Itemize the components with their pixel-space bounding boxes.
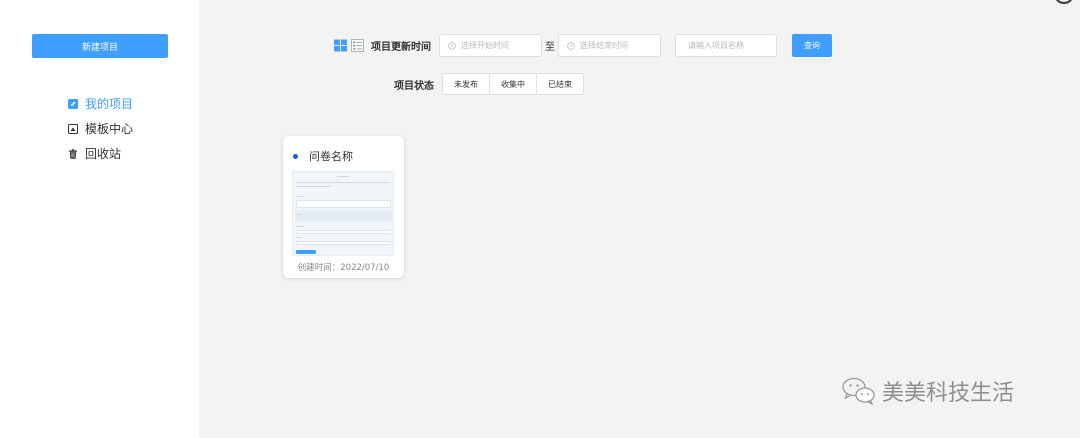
clock-icon bbox=[448, 41, 456, 50]
grid-view-icon[interactable] bbox=[334, 39, 347, 52]
range-separator: 至 bbox=[545, 42, 555, 53]
sidebar-item-my-projects[interactable]: 我的项目 bbox=[68, 91, 133, 116]
wechat-icon bbox=[841, 376, 877, 406]
list-view-icon[interactable] bbox=[351, 39, 364, 52]
card-created-date: 创建时间：2022/07/10 bbox=[297, 263, 390, 273]
status-ended[interactable]: 已结束 bbox=[537, 74, 583, 94]
status-unpublished[interactable]: 未发布 bbox=[443, 74, 490, 94]
sidebar-item-recycle-bin[interactable]: 回收站 bbox=[68, 141, 133, 166]
status-label: 项目状态 bbox=[394, 80, 434, 92]
sidebar: 新建项目 我的项目 模板中心 回收站 bbox=[0, 0, 199, 438]
project-card[interactable]: 问卷名称 创建时间：2022/07/10 bbox=[283, 136, 404, 278]
main-content: 项目更新时间 选择开始时间 至 选择结束时间 请输入项目名称 查询 项目状态 未… bbox=[199, 0, 1080, 438]
card-title: 问卷名称 bbox=[309, 150, 353, 163]
new-project-button[interactable]: 新建项目 bbox=[32, 34, 168, 58]
watermark-text: 美美科技生活 bbox=[882, 381, 1015, 406]
end-time-placeholder: 选择结束时间 bbox=[580, 41, 628, 50]
time-filter-row: 项目更新时间 选择开始时间 至 选择结束时间 请输入项目名称 查询 bbox=[334, 34, 832, 57]
query-button[interactable]: 查询 bbox=[792, 34, 832, 57]
start-time-placeholder: 选择开始时间 bbox=[461, 41, 509, 50]
survey-thumbnail bbox=[292, 171, 394, 256]
sidebar-item-label: 我的项目 bbox=[85, 97, 134, 111]
edit-icon bbox=[68, 98, 78, 109]
sidebar-item-template-center[interactable]: 模板中心 bbox=[68, 116, 133, 141]
project-name-input[interactable]: 请输入项目名称 bbox=[675, 34, 777, 57]
template-icon bbox=[68, 123, 78, 134]
status-button-group: 未发布 收集中 已结束 bbox=[442, 73, 584, 95]
update-time-label: 项目更新时间 bbox=[371, 42, 431, 53]
corner-circle-icon bbox=[1055, 0, 1073, 5]
project-name-placeholder: 请输入项目名称 bbox=[688, 41, 744, 50]
end-time-input[interactable]: 选择结束时间 bbox=[558, 34, 661, 57]
clock-icon bbox=[567, 41, 575, 50]
start-time-input[interactable]: 选择开始时间 bbox=[439, 34, 542, 57]
status-filter-row: 项目状态 未发布 收集中 已结束 bbox=[394, 73, 584, 95]
sidebar-nav: 我的项目 模板中心 回收站 bbox=[68, 91, 133, 166]
sidebar-item-label: 回收站 bbox=[85, 147, 122, 161]
trash-icon bbox=[68, 148, 78, 159]
status-dot bbox=[293, 153, 298, 159]
sidebar-item-label: 模板中心 bbox=[85, 122, 134, 136]
watermark: 美美科技生活 bbox=[841, 375, 1014, 407]
status-collecting[interactable]: 收集中 bbox=[490, 74, 537, 94]
card-header: 问卷名称 bbox=[293, 148, 353, 164]
